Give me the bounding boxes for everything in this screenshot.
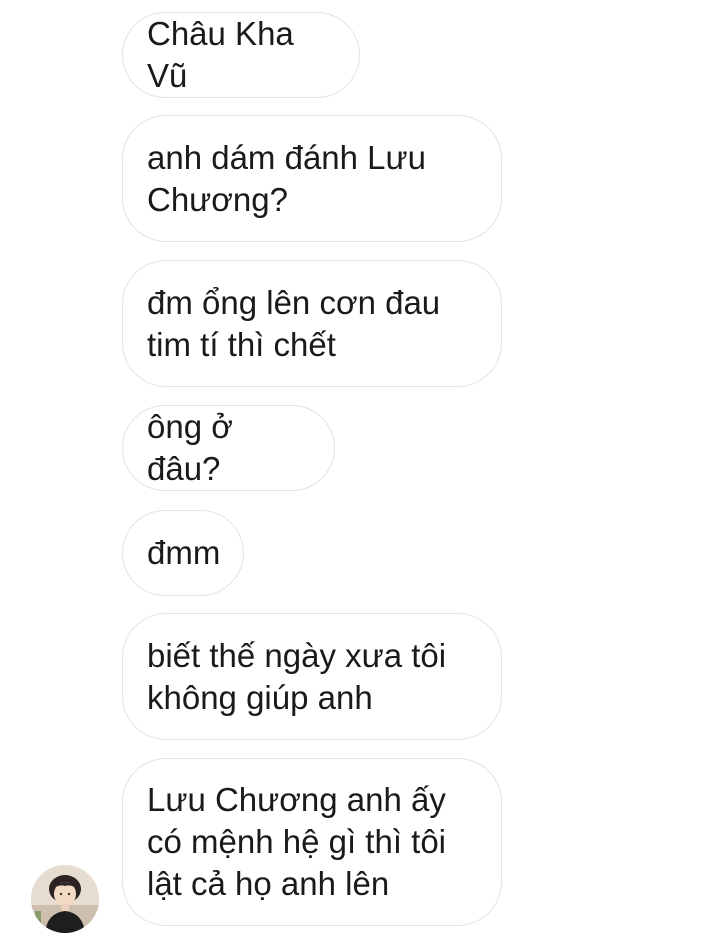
message-thread: Châu Kha Vũ anh dám đánh Lưu Chương? đm … bbox=[0, 0, 720, 941]
sender-avatar[interactable] bbox=[31, 865, 99, 933]
message-bubble[interactable]: Châu Kha Vũ bbox=[122, 12, 360, 98]
message-bubble[interactable]: Lưu Chương anh ấy có mệnh hệ gì thì tôi … bbox=[122, 758, 502, 926]
message-bubble[interactable]: đm ổng lên cơn đau tim tí thì chết bbox=[122, 260, 502, 387]
message-bubble[interactable]: ông ở đâu? bbox=[122, 405, 335, 491]
message-bubble[interactable]: anh dám đánh Lưu Chương? bbox=[122, 115, 502, 242]
message-bubble[interactable]: đmm bbox=[122, 510, 244, 596]
message-bubble[interactable]: biết thế ngày xưa tôi không giúp anh bbox=[122, 613, 502, 740]
user-avatar-photo-icon bbox=[31, 865, 99, 933]
